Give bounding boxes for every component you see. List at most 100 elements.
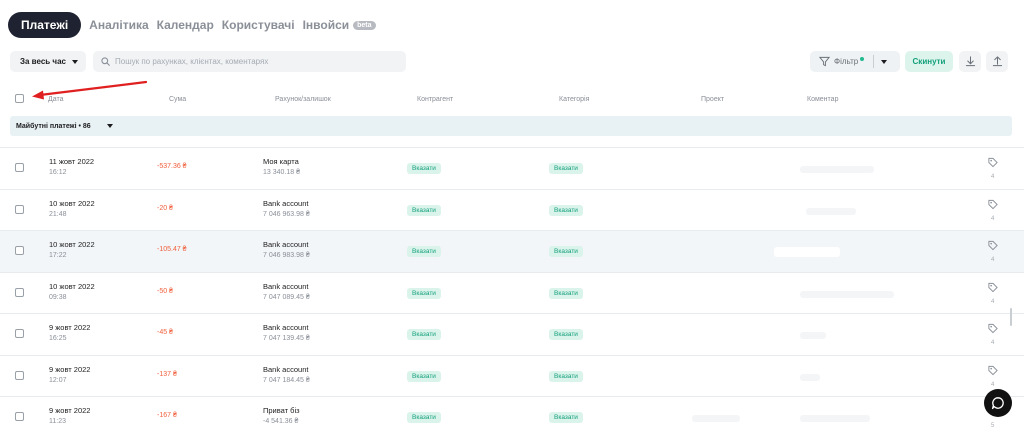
upload-button[interactable] [986, 51, 1008, 72]
counterparty-chip[interactable]: Вказати [407, 370, 441, 382]
row-checkbox[interactable] [15, 204, 24, 214]
column-comment[interactable]: Коментар [807, 96, 838, 103]
tag-count: 4 [991, 340, 995, 346]
row-time: 17:22 [49, 252, 67, 259]
comment-placeholder[interactable] [800, 166, 874, 173]
table-row[interactable]: 9 жовт 2022 16:25 -45 ₴ Bank account 7 0… [0, 313, 1024, 355]
comment-placeholder[interactable] [800, 415, 870, 422]
counterparty-chip[interactable]: Вказати [407, 246, 441, 257]
row-balance: 7 047 139.45 ₴ [263, 335, 310, 342]
table-row[interactable]: 10 жовт 2022 09:38 -50 ₴ Bank account 7 … [0, 271, 1024, 314]
chevron-down-icon [71, 59, 78, 64]
table-row[interactable]: 9 жовт 2022 11:23 -167 ₴ Приват біз -4 5… [0, 396, 1024, 431]
tag-count: 4 [991, 298, 995, 305]
counterparty-chip[interactable]: Вказати [407, 204, 441, 216]
row-time: 09:38 [49, 293, 67, 301]
comment-placeholder[interactable] [800, 290, 894, 298]
filter-button[interactable]: Фільтр [810, 51, 900, 72]
project-placeholder[interactable] [692, 415, 740, 422]
row-amount: -167 ₴ [157, 412, 177, 419]
row-account: Bank account [263, 198, 309, 208]
column-account[interactable]: Рахунок/залишок [275, 96, 331, 103]
row-balance: 7 046 983.98 ₴ [263, 252, 310, 259]
category-chip[interactable]: Вказати [549, 329, 583, 340]
counterparty-chip[interactable]: Вказати [407, 163, 441, 174]
tag-count: 5 [991, 423, 995, 429]
tag-count: 4 [991, 215, 995, 222]
group-upcoming-payments[interactable]: Майбутні платежі • 86 [10, 116, 1012, 136]
comment-placeholder[interactable] [774, 247, 840, 257]
row-balance: 7 047 089.45 ₴ [263, 293, 310, 301]
download-button[interactable] [959, 51, 981, 72]
tag-icon[interactable] [987, 282, 999, 293]
row-date: 10 жовт 2022 [49, 240, 95, 249]
column-amount[interactable]: Сума [169, 96, 186, 103]
row-checkbox[interactable] [15, 329, 24, 338]
counterparty-chip[interactable]: Вказати [407, 287, 441, 299]
column-counterparty[interactable]: Контрагент [417, 96, 453, 103]
reset-button[interactable]: Скинути [905, 51, 953, 72]
column-category[interactable]: Категорія [559, 96, 589, 103]
annotation-arrow [32, 80, 148, 100]
tag-icon[interactable] [987, 365, 999, 376]
category-chip[interactable]: Вказати [549, 370, 583, 382]
comment-placeholder[interactable] [800, 373, 820, 381]
tab-users[interactable]: Користувачі [222, 18, 295, 32]
table-row[interactable]: 10 жовт 2022 21:48 -20 ₴ Bank account 7 … [0, 188, 1024, 231]
category-chip[interactable]: Вказати [549, 163, 583, 174]
tag-icon[interactable] [987, 240, 999, 251]
row-amount: -137 ₴ [157, 370, 177, 378]
tag-count: 4 [991, 381, 995, 388]
table-row[interactable]: 10 жовт 2022 17:22 -105.47 ₴ Bank accoun… [0, 230, 1024, 272]
category-chip[interactable]: Вказати [549, 246, 583, 257]
category-chip[interactable]: Вказати [549, 204, 583, 216]
column-project[interactable]: Проект [701, 96, 724, 103]
tag-icon[interactable] [987, 199, 999, 210]
category-chip[interactable]: Вказати [549, 287, 583, 299]
row-checkbox[interactable] [15, 287, 24, 297]
period-dropdown[interactable]: За весь час [10, 51, 86, 72]
row-amount: -20 ₴ [157, 204, 173, 212]
row-amount: -105.47 ₴ [157, 246, 187, 253]
row-date: 10 жовт 2022 [49, 281, 95, 291]
row-checkbox[interactable] [15, 163, 24, 172]
chevron-down-icon[interactable] [106, 124, 113, 128]
filter-label: Фільтр [834, 57, 859, 66]
period-label: За весь час [20, 57, 66, 66]
row-time: 11:23 [49, 418, 66, 425]
tab-payments[interactable]: Платежі [8, 12, 82, 38]
row-date: 10 жовт 2022 [49, 198, 95, 208]
select-all-checkbox[interactable] [15, 94, 24, 103]
upload-icon [992, 56, 1002, 67]
table-row[interactable]: 11 жовт 2022 16:12 -537.36 ₴ Моя карта 1… [0, 147, 1024, 189]
table-row[interactable]: 9 жовт 2022 12:07 -137 ₴ Bank account 7 … [0, 354, 1024, 397]
row-checkbox[interactable] [15, 246, 24, 255]
tag-count: 4 [991, 174, 995, 180]
counterparty-chip[interactable]: Вказати [407, 329, 441, 340]
tag-icon[interactable] [987, 323, 999, 334]
tag-count: 4 [991, 257, 995, 263]
row-checkbox[interactable] [15, 370, 24, 380]
tab-calendar[interactable]: Календар [157, 18, 214, 32]
tab-analytics[interactable]: Аналітика [89, 18, 148, 32]
search-input[interactable] [115, 57, 405, 66]
chevron-down-icon[interactable] [881, 59, 888, 64]
counterparty-chip[interactable]: Вказати [407, 412, 441, 423]
row-date: 9 жовт 2022 [49, 406, 91, 415]
tab-invoices[interactable]: Інвойси [303, 18, 350, 32]
tag-icon[interactable] [987, 157, 999, 168]
row-checkbox[interactable] [15, 412, 24, 421]
row-date: 9 жовт 2022 [49, 364, 91, 374]
scrollbar-thumb[interactable] [1010, 308, 1012, 326]
comment-placeholder[interactable] [806, 207, 856, 215]
comment-placeholder[interactable] [800, 332, 826, 339]
top-nav: Платежі Аналітика Календар Користувачі І… [8, 12, 376, 38]
chat-button[interactable] [984, 389, 1012, 417]
search-box[interactable] [93, 51, 406, 72]
category-chip[interactable]: Вказати [549, 412, 583, 423]
row-balance: 7 047 184.45 ₴ [263, 376, 310, 384]
row-account: Bank account [263, 281, 309, 291]
group-label: Майбутні платежі • 86 [16, 122, 91, 130]
search-icon [101, 57, 110, 66]
filter-icon [819, 56, 830, 67]
